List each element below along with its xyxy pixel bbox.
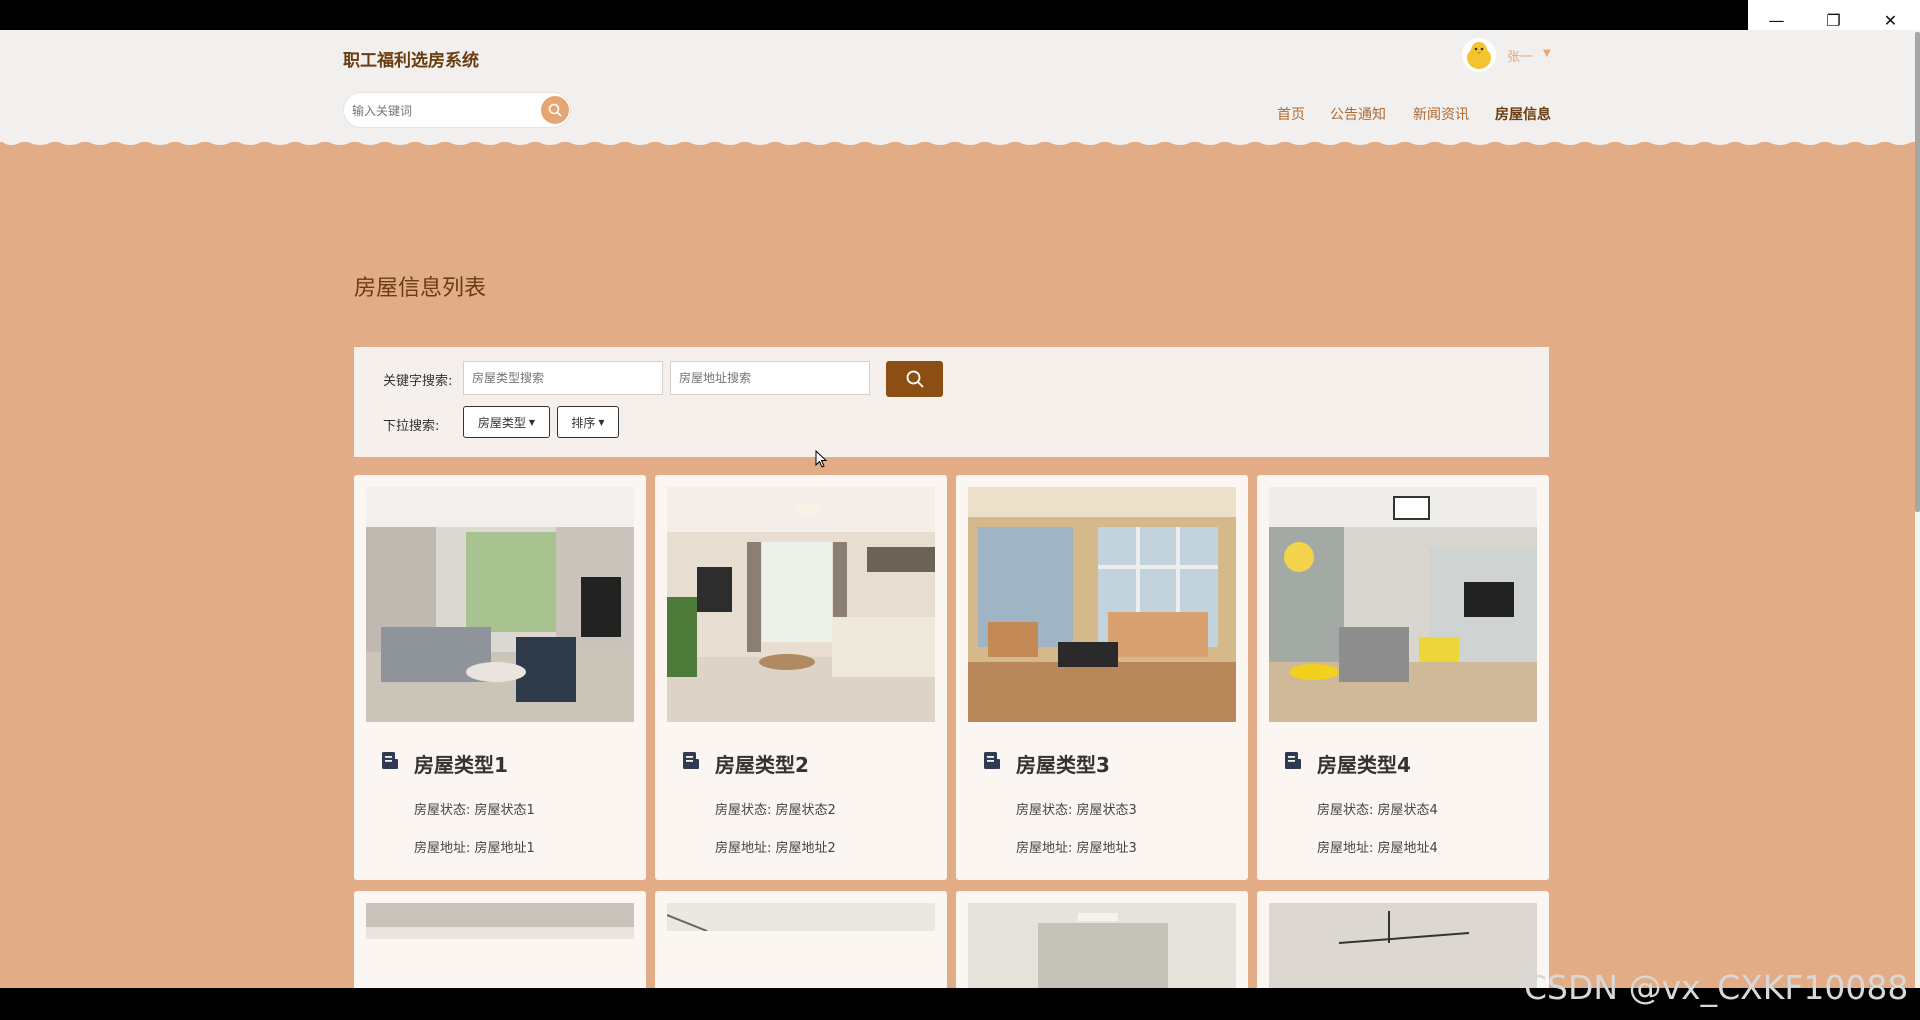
house-type-dropdown[interactable]: 房屋类型 ▼ [463, 406, 550, 438]
house-photo[interactable] [667, 487, 935, 722]
house-status: 房屋状态: 房屋状态3 [1016, 803, 1137, 818]
site-header [0, 30, 1915, 142]
house-card[interactable]: 房屋类型2 房屋状态: 房屋状态2 房屋地址: 房屋地址2 [655, 475, 947, 880]
caret-down-icon: ▼ [598, 417, 605, 427]
house-card[interactable]: 房屋类型1 房屋状态: 房屋状态1 房屋地址: 房屋地址1 [354, 475, 646, 880]
document-icon [1285, 752, 1301, 769]
house-photo[interactable] [366, 487, 634, 722]
user-avatar[interactable] [1462, 38, 1496, 72]
house-card[interactable]: 房屋类型4 房屋状态: 房屋状态4 房屋地址: 房屋地址4 [1257, 475, 1549, 880]
watermark: CSDN @vx_CXKF10088 [1524, 968, 1909, 1007]
address-search-input[interactable] [671, 362, 869, 394]
house-card[interactable]: 房屋类型3 房屋状态: 房屋状态3 房屋地址: 房屋地址3 [956, 475, 1248, 880]
house-type-title[interactable]: 房屋类型3 [1016, 749, 1110, 778]
house-type-dropdown-label: 房屋类型 [477, 415, 526, 430]
site-title: 职工福利选房系统 [343, 51, 479, 71]
mouse-cursor-icon [815, 450, 827, 468]
house-status: 房屋状态: 房屋状态1 [414, 803, 535, 818]
sort-dropdown[interactable]: 排序 ▼ [557, 406, 619, 438]
house-address: 房屋地址: 房屋地址1 [414, 841, 535, 856]
caret-down-icon[interactable]: ▼ [1543, 48, 1551, 59]
house-card[interactable] [354, 891, 646, 1001]
nav-home[interactable]: 首页 [1277, 104, 1305, 124]
house-status: 房屋状态: 房屋状态4 [1317, 803, 1438, 818]
search-icon [906, 370, 924, 388]
nav-notices[interactable]: 公告通知 [1330, 104, 1386, 124]
house-photo[interactable] [968, 487, 1236, 722]
scrollbar-thumb[interactable] [1915, 32, 1920, 512]
address-search-field [670, 361, 870, 395]
header-search-box [343, 92, 571, 128]
nav-house-info[interactable]: 房屋信息 [1495, 104, 1551, 124]
document-icon [683, 752, 699, 769]
caret-down-icon: ▼ [528, 417, 536, 427]
sort-dropdown-label: 排序 [571, 415, 596, 430]
nav-news[interactable]: 新闻资讯 [1413, 104, 1469, 124]
house-photo[interactable] [968, 903, 1236, 989]
dropdown-search-label: 下拉搜索: [383, 419, 440, 434]
house-type-title[interactable]: 房屋类型2 [715, 749, 809, 778]
house-type-title[interactable]: 房屋类型4 [1317, 749, 1411, 778]
chick-avatar-icon [1467, 42, 1491, 69]
user-name[interactable]: 张一 [1507, 46, 1533, 65]
house-photo[interactable] [1269, 903, 1537, 989]
search-icon [548, 103, 562, 117]
house-card[interactable] [956, 891, 1248, 1001]
house-photo[interactable] [1269, 487, 1537, 722]
house-address: 房屋地址: 房屋地址2 [715, 841, 836, 856]
keyword-search-label: 关键字搜索: [383, 374, 453, 389]
page-title: 房屋信息列表 [354, 276, 487, 301]
house-card[interactable] [1257, 891, 1549, 1001]
type-search-field [463, 361, 663, 395]
os-title-bar [0, 0, 1920, 30]
header-wave-divider [0, 136, 1915, 145]
header-search-input[interactable] [352, 101, 532, 121]
house-address: 房屋地址: 房屋地址4 [1317, 841, 1438, 856]
house-photo[interactable] [366, 903, 634, 939]
house-type-title[interactable]: 房屋类型1 [414, 749, 508, 778]
header-search-button[interactable] [541, 96, 569, 124]
house-photo[interactable] [667, 903, 935, 931]
type-search-input[interactable] [464, 362, 662, 394]
document-icon [984, 752, 1000, 769]
house-status: 房屋状态: 房屋状态2 [715, 803, 836, 818]
filter-search-button[interactable] [886, 361, 943, 397]
document-icon [382, 752, 398, 769]
house-card[interactable] [655, 891, 947, 1001]
house-address: 房屋地址: 房屋地址3 [1016, 841, 1137, 856]
